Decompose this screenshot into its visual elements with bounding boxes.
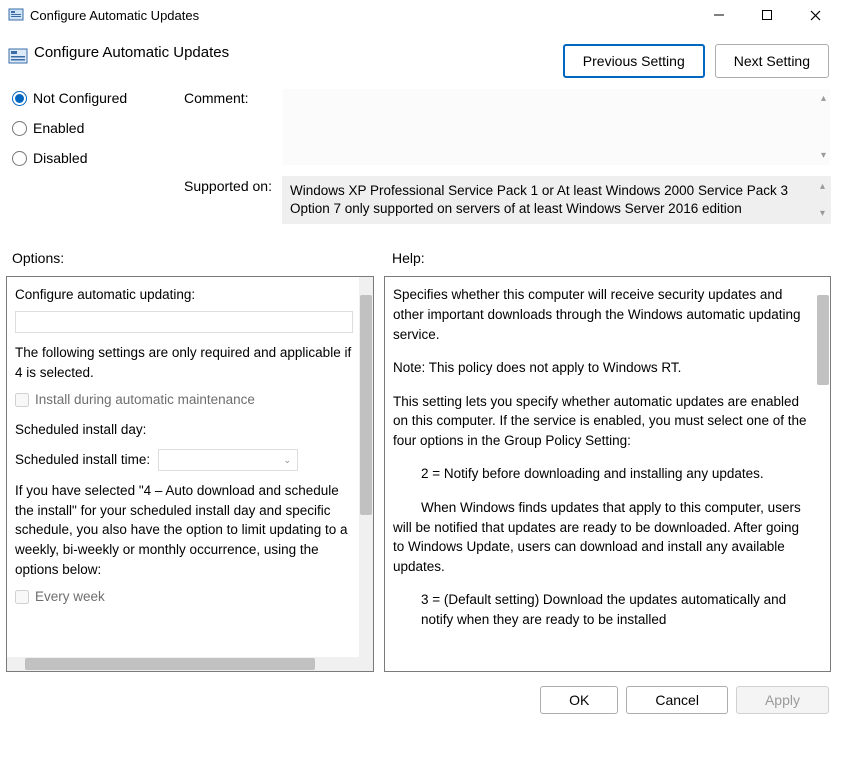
options-label: Options: <box>12 250 392 266</box>
every-week-row[interactable]: Every week <box>15 587 353 607</box>
help-paragraph: Note: This policy does not apply to Wind… <box>393 358 808 378</box>
titlebar: Configure Automatic Updates <box>0 0 845 30</box>
upper-section: Not Configured Enabled Disabled Comment:… <box>0 82 845 230</box>
apply-button[interactable]: Apply <box>736 686 829 714</box>
chevron-down-icon: ⌄ <box>284 454 292 467</box>
state-radio-group: Not Configured Enabled Disabled <box>12 88 184 166</box>
previous-setting-button[interactable]: Previous Setting <box>563 44 705 78</box>
radio-enabled-label: Enabled <box>33 120 84 136</box>
maximize-button[interactable] <box>753 5 781 25</box>
comment-box[interactable]: ▴ ▾ <box>282 88 831 166</box>
next-setting-button[interactable]: Next Setting <box>715 44 829 78</box>
radio-not-configured[interactable]: Not Configured <box>12 90 184 106</box>
radio-enabled[interactable]: Enabled <box>12 120 184 136</box>
radio-not-configured-input[interactable] <box>12 91 27 106</box>
header-row: Configure Automatic Updates Previous Set… <box>0 30 845 82</box>
scroll-down-icon[interactable]: ▾ <box>821 150 826 161</box>
radio-disabled-input[interactable] <box>12 151 27 166</box>
app-icon <box>8 7 24 23</box>
supported-on-text: Windows XP Professional Service Pack 1 o… <box>290 183 788 216</box>
panels: Configure automatic updating: The follow… <box>0 272 845 672</box>
cancel-button[interactable]: Cancel <box>626 686 728 714</box>
scroll-down-icon[interactable]: ▾ <box>820 207 825 221</box>
footer-buttons: OK Cancel Apply <box>0 672 845 714</box>
supported-on-label: Supported on: <box>184 176 282 194</box>
options-note: The following settings are only required… <box>15 343 353 382</box>
help-paragraph: This setting lets you specify whether au… <box>393 392 808 451</box>
help-label: Help: <box>392 250 425 266</box>
scrollbar-thumb[interactable] <box>25 658 315 670</box>
radio-not-configured-label: Not Configured <box>33 90 127 106</box>
help-paragraph: Specifies whether this computer will rec… <box>393 285 808 344</box>
window-controls <box>705 5 837 25</box>
radio-disabled[interactable]: Disabled <box>12 150 184 166</box>
radio-enabled-input[interactable] <box>12 121 27 136</box>
scheduled-day-label: Scheduled install day: <box>15 420 146 440</box>
help-vertical-scrollbar[interactable] <box>816 277 830 671</box>
mid-labels: Options: Help: <box>0 230 845 272</box>
page-title: Configure Automatic Updates <box>34 44 229 61</box>
help-option-2: 2 = Notify before downloading and instal… <box>393 464 808 484</box>
schedule-note: If you have selected "4 – Auto download … <box>15 481 353 579</box>
options-panel: Configure automatic updating: The follow… <box>6 276 374 672</box>
supported-on-box: Windows XP Professional Service Pack 1 o… <box>282 176 831 224</box>
help-option-2-desc: When Windows finds updates that apply to… <box>393 498 808 576</box>
radio-disabled-label: Disabled <box>33 150 87 166</box>
help-option-2-desc-text <box>393 500 421 515</box>
options-panel-inner: Configure automatic updating: The follow… <box>7 277 373 671</box>
comment-label: Comment: <box>184 88 282 106</box>
ok-button[interactable]: OK <box>540 686 618 714</box>
window-title: Configure Automatic Updates <box>30 8 705 23</box>
help-panel: Specifies whether this computer will rec… <box>384 276 831 672</box>
scheduled-day-row: Scheduled install day: <box>15 420 353 440</box>
scrollbar-thumb[interactable] <box>817 295 829 385</box>
install-during-maintenance-label: Install during automatic maintenance <box>35 390 255 410</box>
scroll-up-icon[interactable]: ▴ <box>820 180 825 194</box>
scrollbar-thumb[interactable] <box>360 295 372 515</box>
scheduled-time-row: Scheduled install time: ⌄ <box>15 449 353 471</box>
options-horizontal-scrollbar[interactable] <box>7 657 359 671</box>
minimize-button[interactable] <box>705 5 733 25</box>
every-week-checkbox[interactable] <box>15 590 29 604</box>
help-panel-inner: Specifies whether this computer will rec… <box>385 277 830 671</box>
configure-updating-heading: Configure automatic updating: <box>15 285 353 305</box>
close-button[interactable] <box>801 5 829 25</box>
every-week-label: Every week <box>35 587 105 607</box>
help-option-3: 3 = (Default setting) Download the updat… <box>393 590 808 629</box>
help-option-2-desc-body: When Windows finds updates that apply to… <box>393 500 801 574</box>
policy-icon <box>8 46 28 66</box>
configure-updating-select[interactable] <box>15 311 353 333</box>
scheduled-time-label: Scheduled install time: <box>15 450 150 470</box>
scroll-up-icon[interactable]: ▴ <box>821 93 826 104</box>
scheduled-time-select[interactable]: ⌄ <box>158 449 298 471</box>
options-vertical-scrollbar[interactable] <box>359 277 373 671</box>
nav-buttons: Previous Setting Next Setting <box>563 44 829 78</box>
install-during-maintenance-row[interactable]: Install during automatic maintenance <box>15 390 353 410</box>
install-during-maintenance-checkbox[interactable] <box>15 393 29 407</box>
